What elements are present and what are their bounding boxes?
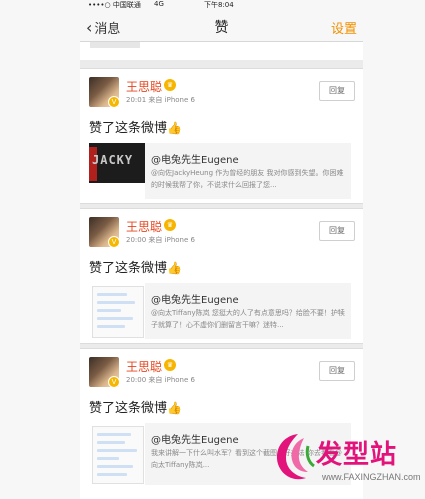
reply-button[interactable]: 回复 [319,81,355,101]
watermark: 发型站 www.FAXINGZHAN.com [268,428,421,494]
page-title: 赞 [214,20,229,36]
settings-button[interactable]: 设置 [331,18,357,37]
watermark-url: www.FAXINGZHAN.com [322,472,421,482]
avatar[interactable]: V [89,77,119,107]
liked-text: 赞了这条微博 [89,401,168,416]
previous-card-fragment [80,42,363,60]
username[interactable]: 王思聪 [126,358,162,375]
member-badge-icon: ♛ [164,359,176,371]
verified-icon: V [108,96,119,107]
source: 来自 iPhone 6 [148,376,195,384]
member-badge-icon: ♛ [164,79,176,91]
timestamp: 20:00 [126,236,147,244]
verified-icon: V [108,236,119,247]
avatar[interactable]: V [89,217,119,247]
quoted-author[interactable]: @电兔先生Eugene [151,151,239,166]
quoted-post[interactable]: @电兔先生Eugene @向太Tiffany陈岚 您挺大的人了有点意思吗？给脸不… [89,283,351,339]
username[interactable]: 王思聪 [126,78,162,95]
thumbnail-line [97,441,125,444]
screenshot-thumbnail [92,426,144,484]
quoted-post-image [89,283,145,339]
like-card[interactable]: V 王思聪 ♛ 20:00 来自 iPhone 6 回复 赞了这条微博👍 @电兔… [80,208,363,344]
screenshot-thumbnail [92,286,144,338]
jacky-image: JACKY [89,143,145,183]
previous-card-thumbnail [90,42,140,48]
liked-text: 赞了这条微博 [89,121,168,136]
timestamp: 20:00 [126,376,147,384]
liked-text: 赞了这条微博 [89,261,168,276]
member-badge-icon: ♛ [164,219,176,231]
reply-button[interactable]: 回复 [319,361,355,381]
thumbnail-line [97,325,125,328]
source: 来自 iPhone 6 [148,96,195,104]
like-card[interactable]: V 王思聪 ♛ 20:01 来自 iPhone 6 回复 赞了这条微博👍 JAC… [80,68,363,204]
phone-screen: ••••○ 中国联通 4G 下午8:04 ‹ 消息 赞 设置 V 王思聪 ♛ 2… [80,0,363,499]
thumbnail-line [97,473,127,476]
post-meta: 20:00 来自 iPhone 6 [126,375,195,385]
hair-logo-icon [276,434,315,480]
quoted-post-image [89,423,145,485]
post-meta: 20:01 来自 iPhone 6 [126,95,195,105]
thumbs-up-icon: 👍 [167,261,182,275]
right-backdrop [363,0,425,499]
liked-message: 赞了这条微博👍 [89,397,182,416]
jacky-image-text: JACKY [92,153,134,167]
thumbnail-line [97,293,127,296]
liked-message: 赞了这条微博👍 [89,117,182,136]
source: 来自 iPhone 6 [148,236,195,244]
thumbnail-line [97,309,121,312]
quoted-post[interactable]: JACKY @电兔先生Eugene @向佐JackyHeung 作为曾经的朋友 … [89,143,351,199]
verified-icon: V [108,376,119,387]
left-backdrop [0,0,80,499]
quoted-text: @向太Tiffany陈岚 您挺大的人了有点意思吗？给脸不要！护犊子就算了！心不虚… [151,309,345,329]
liked-message: 赞了这条微博👍 [89,257,182,276]
thumbnail-line [97,465,133,468]
reply-button[interactable]: 回复 [319,221,355,241]
thumbs-up-icon: 👍 [167,121,182,135]
quoted-text: @向佐JackyHeung 作为曾经的朋友 我对你感到失望。你困难的时候我帮了你… [151,169,344,189]
quoted-post-image: JACKY [89,143,145,199]
quoted-author[interactable]: @电兔先生Eugene [151,431,239,446]
thumbnail-line [97,457,119,460]
nav-bar: ‹ 消息 赞 设置 [80,8,363,42]
thumbnail-line [97,433,131,436]
status-bar: ••••○ 中国联通 4G 下午8:04 [80,0,363,9]
thumbnail-line [97,449,137,452]
thumbs-up-icon: 👍 [167,401,182,415]
post-meta: 20:00 来自 iPhone 6 [126,235,195,245]
watermark-brand: 发型站 [316,440,398,470]
avatar[interactable]: V [89,357,119,387]
quoted-author[interactable]: @电兔先生Eugene [151,291,239,306]
thumbnail-line [97,301,135,304]
network-label: 4G [154,0,164,8]
username[interactable]: 王思聪 [126,218,162,235]
thumbnail-line [97,317,133,320]
timestamp: 20:01 [126,96,147,104]
